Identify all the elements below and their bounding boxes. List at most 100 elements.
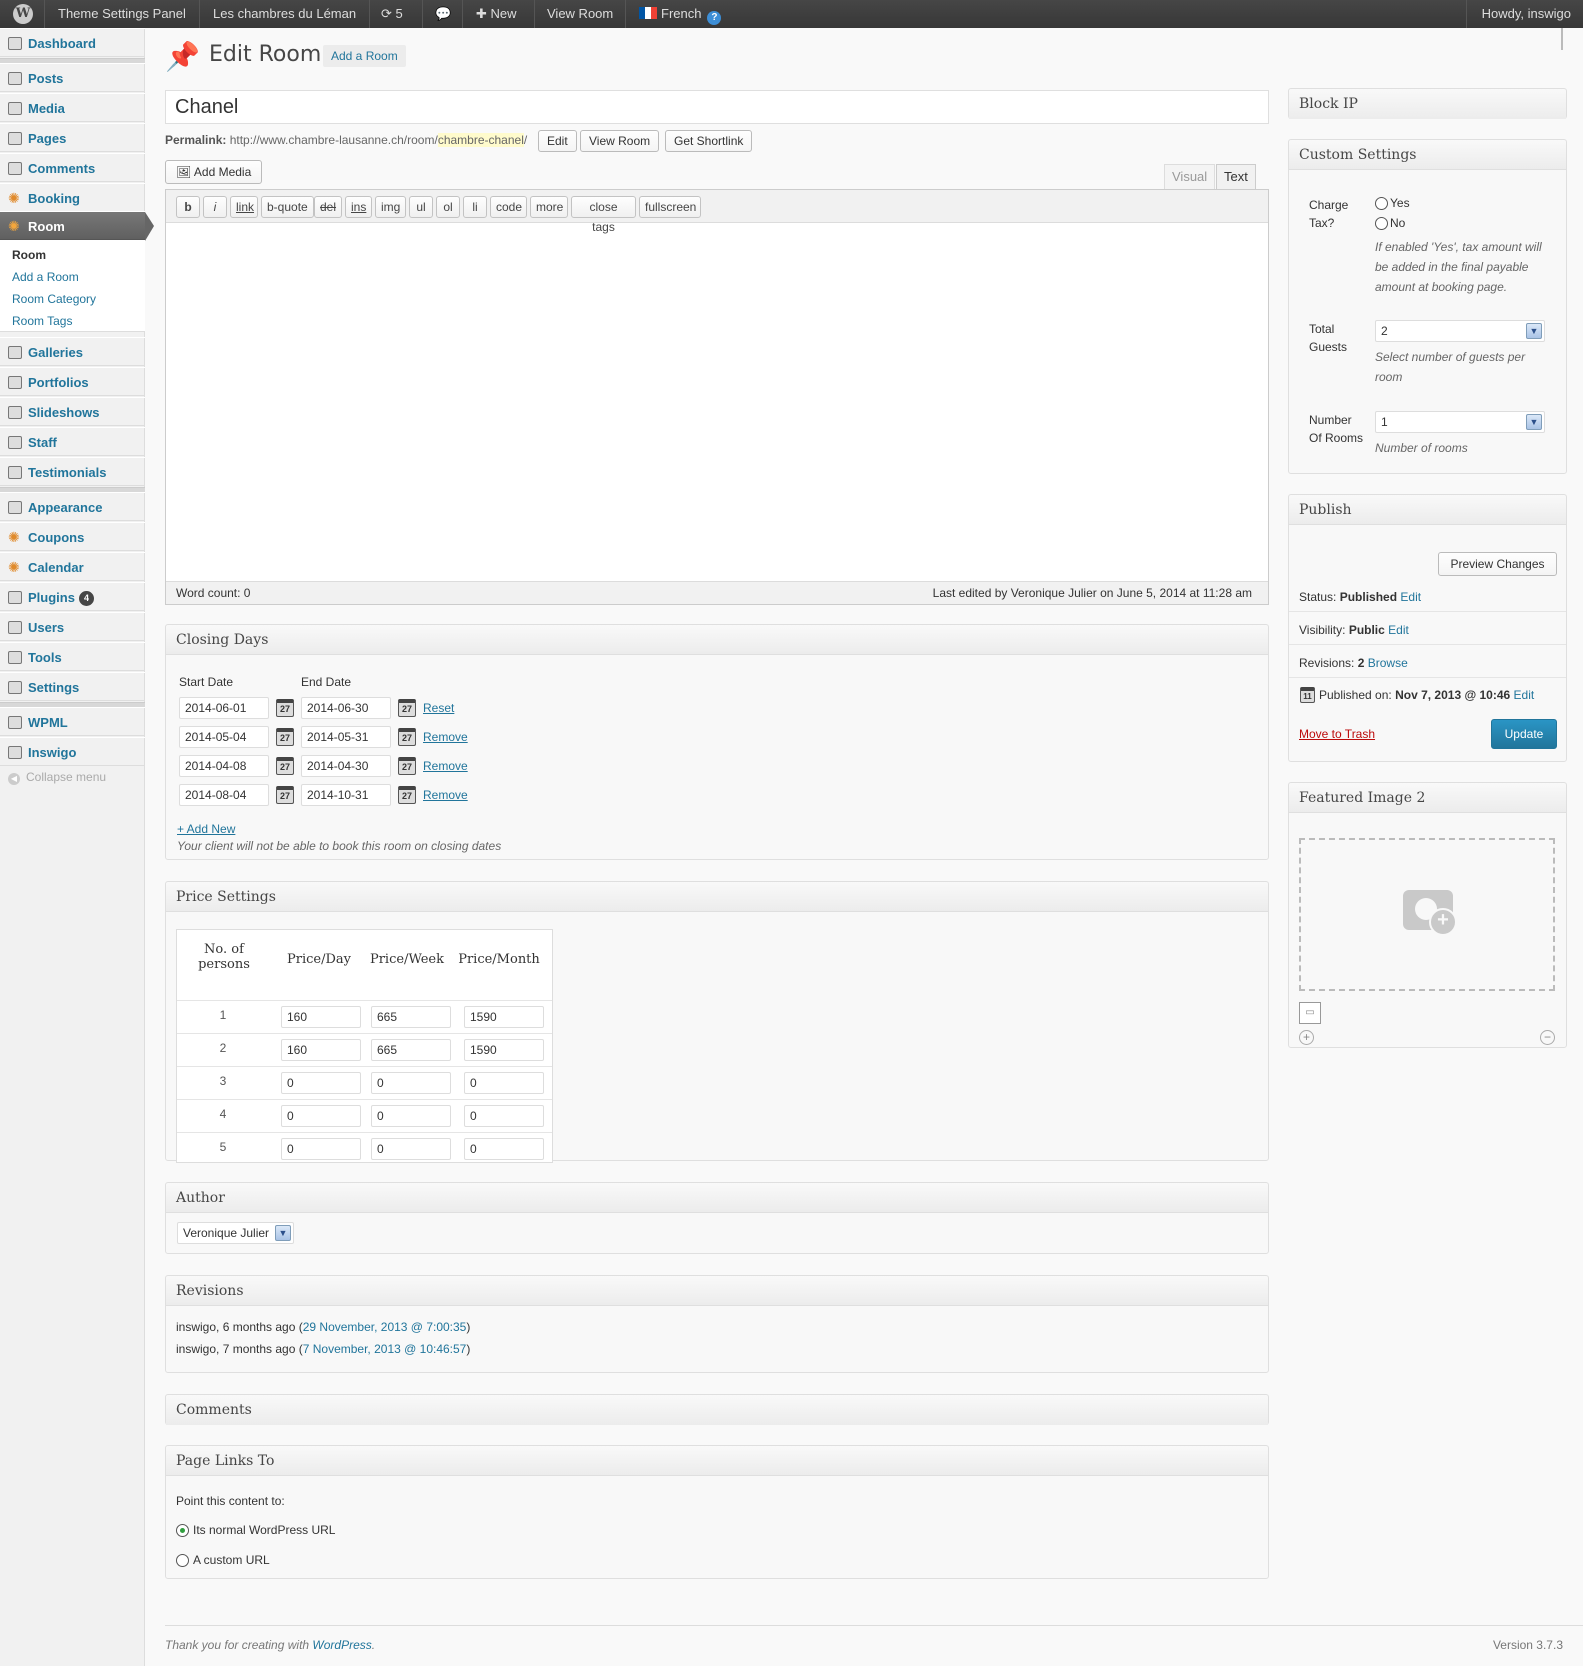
featured-image-title[interactable]: Featured Image 2 — [1289, 783, 1566, 813]
menu-tools[interactable]: Tools — [0, 642, 145, 671]
remove-link[interactable]: Remove — [423, 759, 468, 773]
submenu-room-category[interactable]: Room Category — [12, 292, 96, 306]
add-room-button[interactable]: Add a Room — [323, 45, 406, 67]
admin-bar-view-room[interactable]: View Room — [547, 0, 613, 28]
admin-bar-updates[interactable]: ⟳ 5 — [381, 0, 403, 28]
publish-title[interactable]: Publish — [1289, 495, 1566, 525]
menu-slideshows[interactable]: Slideshows — [0, 397, 145, 426]
price-settings-title[interactable]: Price Settings — [166, 882, 1268, 912]
page-links-to-title[interactable]: Page Links To — [166, 1446, 1268, 1476]
admin-bar-howdy[interactable]: Howdy, inswigo — [1482, 0, 1571, 28]
qt-img-button[interactable]: img — [375, 196, 406, 218]
update-button[interactable]: Update — [1491, 719, 1557, 749]
block-ip-title[interactable]: Block IP — [1289, 89, 1566, 119]
revision-link[interactable]: 7 November, 2013 @ 10:46:57 — [303, 1342, 467, 1356]
charge-tax-no-radio[interactable] — [1375, 217, 1388, 230]
price-day-input[interactable]: 160 — [281, 1039, 361, 1061]
custom-url-radio[interactable] — [176, 1554, 189, 1567]
collapse-menu[interactable]: ◀ Collapse menu — [8, 770, 106, 785]
start-date-input[interactable]: 2014-08-04 — [179, 784, 269, 806]
submenu-room-tags[interactable]: Room Tags — [12, 314, 72, 328]
qt-bquote-button[interactable]: b-quote — [261, 196, 314, 218]
start-date-input[interactable]: 2014-05-04 — [179, 726, 269, 748]
remove-link[interactable]: Remove — [423, 730, 468, 744]
menu-inswigo[interactable]: Inswigo — [0, 737, 145, 766]
comments-title[interactable]: Comments — [166, 1395, 1268, 1425]
menu-coupons[interactable]: ✺ Coupons — [0, 522, 145, 551]
qt-link-button[interactable]: link — [230, 196, 258, 218]
calendar-icon[interactable]: 27 — [398, 699, 416, 717]
menu-users[interactable]: Users — [0, 612, 145, 641]
calendar-icon[interactable]: 27 — [398, 757, 416, 775]
browse-revisions-link[interactable]: Browse — [1368, 656, 1408, 670]
menu-posts[interactable]: Posts — [0, 63, 145, 92]
admin-bar-language[interactable]: French? — [639, 0, 722, 28]
price-day-input[interactable]: 160 — [281, 1006, 361, 1028]
price-week-input[interactable]: 0 — [371, 1105, 451, 1127]
qt-bold-button[interactable]: b — [176, 196, 200, 218]
qt-fullscreen-button[interactable]: fullscreen — [639, 196, 701, 218]
author-select[interactable]: Veronique Julier ▼ — [177, 1222, 294, 1244]
price-month-input[interactable]: 0 — [464, 1105, 544, 1127]
number-of-rooms-select[interactable]: 1 ▼ — [1375, 411, 1545, 433]
qt-close-tags-button[interactable]: close tags — [571, 196, 636, 234]
admin-bar-comments[interactable]: 💬 — [435, 0, 451, 28]
menu-testimonials[interactable]: Testimonials — [0, 457, 145, 486]
submenu-add-room[interactable]: Add a Room — [12, 270, 79, 284]
post-title-input[interactable] — [165, 90, 1269, 124]
price-month-input[interactable]: 0 — [464, 1138, 544, 1160]
add-new-closing-day-link[interactable]: + Add New — [177, 822, 235, 836]
get-shortlink-button[interactable]: Get Shortlink — [665, 130, 753, 152]
qt-ol-button[interactable]: ol — [436, 196, 460, 218]
tab-text[interactable]: Text — [1216, 164, 1256, 190]
price-day-input[interactable]: 0 — [281, 1072, 361, 1094]
calendar-icon[interactable]: 27 — [276, 699, 294, 717]
menu-room[interactable]: ✺ Room — [0, 211, 154, 241]
price-month-input[interactable]: 0 — [464, 1072, 544, 1094]
admin-bar-theme-settings[interactable]: Theme Settings Panel — [58, 0, 186, 28]
qt-more-button[interactable]: more — [530, 196, 568, 218]
calendar-icon[interactable]: 27 — [398, 728, 416, 746]
edit-status-link[interactable]: Edit — [1400, 590, 1421, 604]
menu-calendar[interactable]: ✺ Calendar — [0, 552, 145, 581]
add-image-icon[interactable]: + — [1299, 1030, 1314, 1045]
remove-link[interactable]: Remove — [423, 788, 468, 802]
remove-image-icon[interactable]: − — [1540, 1030, 1555, 1045]
closing-days-title[interactable]: Closing Days — [166, 625, 1268, 655]
view-room-button[interactable]: View Room — [580, 130, 660, 152]
end-date-input[interactable]: 2014-05-31 — [301, 726, 391, 748]
edit-permalink-button[interactable]: Edit — [538, 130, 577, 152]
end-date-input[interactable]: 2014-04-30 — [301, 755, 391, 777]
charge-tax-yes-radio[interactable] — [1375, 197, 1388, 210]
qt-code-button[interactable]: code — [490, 196, 527, 218]
permalink-slug[interactable]: chambre-chanel — [437, 133, 524, 147]
menu-booking[interactable]: ✺ Booking — [0, 183, 145, 212]
menu-media[interactable]: Media — [0, 93, 145, 122]
add-media-button[interactable]: 🖼 Add Media — [165, 160, 263, 184]
admin-bar-site-name[interactable]: Les chambres du Léman — [213, 0, 356, 28]
total-guests-select[interactable]: 2 ▼ — [1375, 320, 1545, 342]
calendar-icon[interactable]: 27 — [276, 757, 294, 775]
menu-plugins[interactable]: Plugins 4 — [0, 582, 145, 611]
wordpress-logo-icon[interactable]: W — [13, 4, 33, 24]
revisions-title[interactable]: Revisions — [166, 1276, 1268, 1306]
menu-galleries[interactable]: Galleries — [0, 337, 145, 366]
price-month-input[interactable]: 1590 — [464, 1039, 544, 1061]
price-week-input[interactable]: 0 — [371, 1138, 451, 1160]
end-date-input[interactable]: 2014-06-30 — [301, 697, 391, 719]
price-week-input[interactable]: 665 — [371, 1039, 451, 1061]
menu-dashboard[interactable]: Dashboard — [0, 28, 145, 57]
preview-changes-button[interactable]: Preview Changes — [1438, 552, 1557, 576]
price-day-input[interactable]: 0 — [281, 1138, 361, 1160]
menu-appearance[interactable]: Appearance — [0, 492, 145, 521]
admin-bar-new[interactable]: ✚ New — [476, 0, 517, 28]
menu-settings[interactable]: Settings — [0, 672, 145, 701]
menu-staff[interactable]: Staff — [0, 427, 145, 456]
edit-date-link[interactable]: Edit — [1514, 688, 1535, 702]
menu-comments[interactable]: Comments — [0, 153, 145, 182]
revision-link[interactable]: 29 November, 2013 @ 7:00:35 — [303, 1320, 467, 1334]
image-thumbnail-icon[interactable]: ▭ — [1299, 1002, 1321, 1024]
menu-pages[interactable]: Pages — [0, 123, 145, 152]
menu-wpml[interactable]: WPML — [0, 707, 145, 736]
author-title[interactable]: Author — [166, 1183, 1268, 1213]
